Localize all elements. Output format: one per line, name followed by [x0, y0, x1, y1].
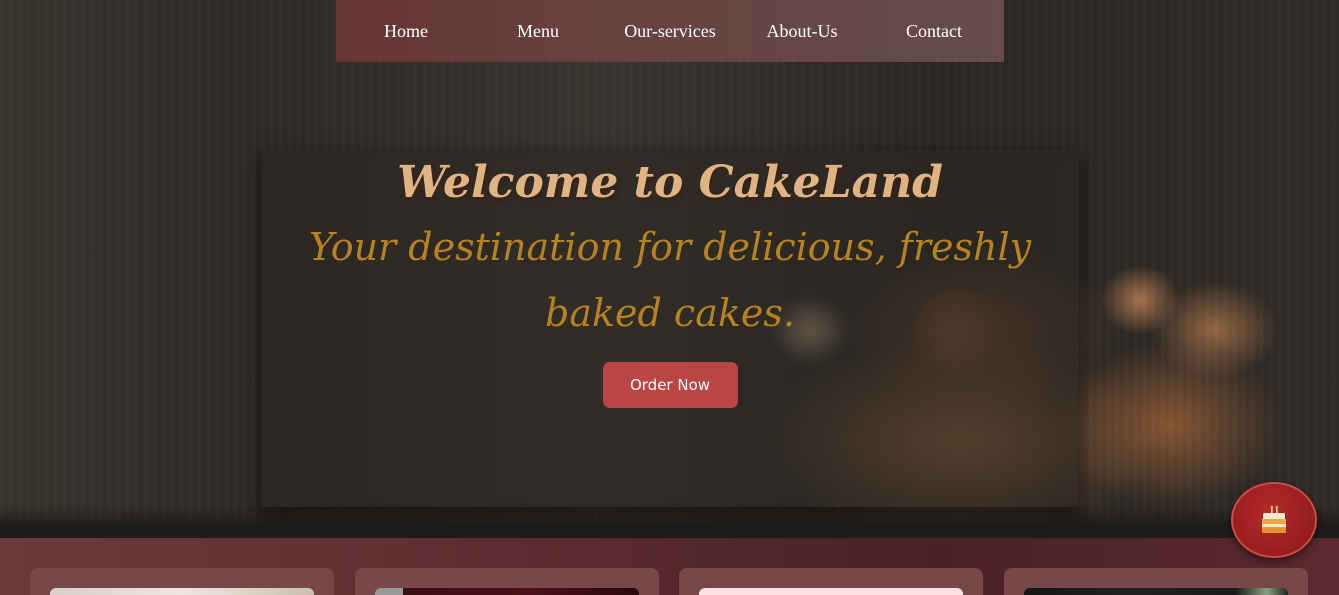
welcome-title: Welcome to CakeLand: [397, 157, 943, 208]
product-card[interactable]: [355, 568, 659, 595]
nav-about-us-link[interactable]: About-Us: [740, 21, 864, 42]
order-now-button[interactable]: Order Now: [602, 362, 738, 408]
nav-home-link[interactable]: Home: [336, 21, 476, 42]
floating-cake-button[interactable]: [1231, 482, 1317, 558]
welcome-card: Welcome to CakeLand Your destination for…: [261, 150, 1079, 507]
nav-menu-link[interactable]: Menu: [476, 21, 600, 42]
table-edge: [0, 505, 1339, 540]
cake-icon: [1262, 505, 1286, 533]
product-card[interactable]: [30, 568, 334, 595]
product-card-image: [1024, 588, 1288, 595]
product-card-image: [50, 588, 314, 595]
page: Home Menu Our-services About-Us Contact …: [0, 0, 1339, 595]
product-card[interactable]: [1004, 568, 1308, 595]
top-nav: Home Menu Our-services About-Us Contact: [336, 0, 1004, 62]
product-card-image: [375, 588, 639, 595]
product-card-image: [699, 588, 963, 595]
welcome-subtitle: Your destination for delicious, freshly …: [308, 225, 1032, 335]
product-card[interactable]: [679, 568, 983, 595]
nav-our-services-link[interactable]: Our-services: [600, 21, 740, 42]
nav-contact-link[interactable]: Contact: [864, 21, 1004, 42]
